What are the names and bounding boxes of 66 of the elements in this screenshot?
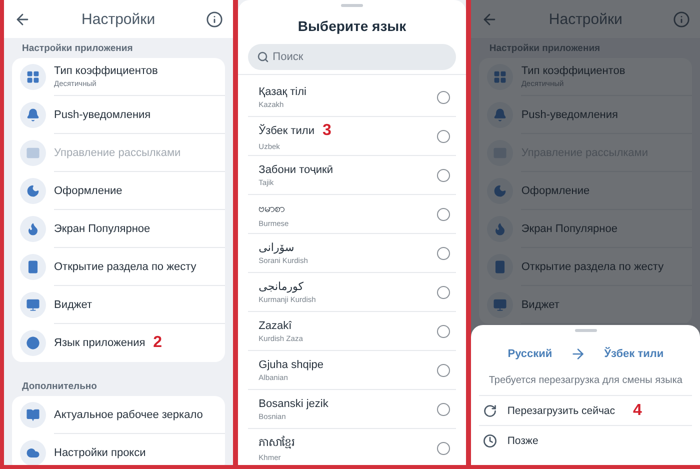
radio-button[interactable] [437, 130, 450, 142]
language-name: Bosanski jezik [258, 398, 328, 410]
step-number: 3 [322, 122, 332, 140]
language-name: Қазақ тілі [258, 86, 306, 98]
radio-button[interactable] [437, 168, 450, 182]
clock-icon [483, 434, 498, 448]
section-title: Настройки приложения [21, 42, 134, 56]
language-name: Забони тоҷикӣ [258, 164, 333, 176]
radio-button[interactable] [437, 324, 450, 338]
settings-item[interactable]: Актуальное рабочее зеркало [12, 396, 225, 434]
sheet-action[interactable]: Перезагрузить сейчас 4 [479, 396, 692, 426]
item-label: Push-уведомления [54, 108, 151, 120]
item-label: Управление рассылками [54, 146, 181, 158]
action-label: Позже [507, 435, 538, 447]
restart-message: Требуется перезагрузка для смены языка [479, 375, 692, 396]
search-icon [256, 51, 269, 63]
action-label: Перезагрузить сейчас [507, 404, 616, 416]
current-language: Русский [508, 348, 552, 360]
screen-title: Настройки [548, 10, 622, 28]
sheet-title: Выберите язык [296, 18, 408, 34]
language-name: ဗမာစာ [258, 202, 285, 216]
item-label: Открытие раздела по жесту [54, 260, 196, 272]
radio-button[interactable] [437, 442, 450, 454]
radio-button[interactable] [437, 246, 450, 260]
language-name: کورمانجی [258, 280, 304, 293]
language-name: Gjuha shqipe [258, 358, 324, 370]
settings-item[interactable]: Открытие раздела по жесту [12, 248, 225, 286]
item-label: Оформление [54, 184, 122, 196]
search-field[interactable]: Поиск [248, 44, 456, 70]
item-label: Экран Популярное [54, 222, 150, 234]
item-label: Push-уведомления [521, 108, 618, 120]
item-label: Язык приложения [54, 337, 146, 349]
item-label: Тип коэффициентов [54, 65, 158, 77]
radio-button[interactable] [437, 364, 450, 376]
settings-item[interactable]: Язык приложения 2 [12, 324, 225, 362]
item-label: Открытие раздела по жесту [521, 260, 664, 272]
item-label: Настройки прокси [54, 447, 146, 459]
radio-button[interactable] [437, 286, 450, 298]
settings-item[interactable]: Виджет [12, 286, 225, 324]
drag-handle[interactable] [574, 329, 597, 332]
section-title: Дополнительно [21, 380, 98, 394]
item-label: Виджет [54, 298, 92, 310]
screen-title: Настройки [82, 10, 156, 28]
language-name: ភាសាខ្មែរ [258, 434, 295, 450]
item-label: Экран Популярное [521, 222, 618, 234]
settings-item[interactable]: Экран Популярное [12, 210, 225, 248]
radio-button[interactable] [437, 208, 450, 220]
item-label: Тип коэффициентов [521, 65, 626, 77]
radio-button[interactable] [437, 402, 450, 416]
language-name: Zazakî [258, 320, 292, 332]
radio-button[interactable] [437, 90, 450, 104]
step-number: 2 [153, 334, 162, 352]
reload-icon [483, 404, 498, 418]
language-name: Ўзбек тили [258, 124, 314, 136]
settings-item[interactable]: Push-уведомления [12, 96, 225, 134]
info-icon[interactable] [206, 10, 223, 28]
step-number: 4 [633, 402, 642, 420]
settings-item[interactable]: Оформление [12, 172, 225, 210]
new-language: Ўзбек тили [604, 348, 664, 360]
language-name: سۆرانی [258, 241, 294, 254]
item-label: Актуальное рабочее зеркало [54, 408, 203, 420]
settings-item[interactable]: Настройки прокси [12, 434, 225, 465]
drag-handle[interactable] [341, 4, 363, 7]
item-label: Оформление [521, 184, 590, 196]
item-label: Виджет [521, 298, 560, 310]
sheet-action[interactable]: Позже [479, 426, 692, 456]
